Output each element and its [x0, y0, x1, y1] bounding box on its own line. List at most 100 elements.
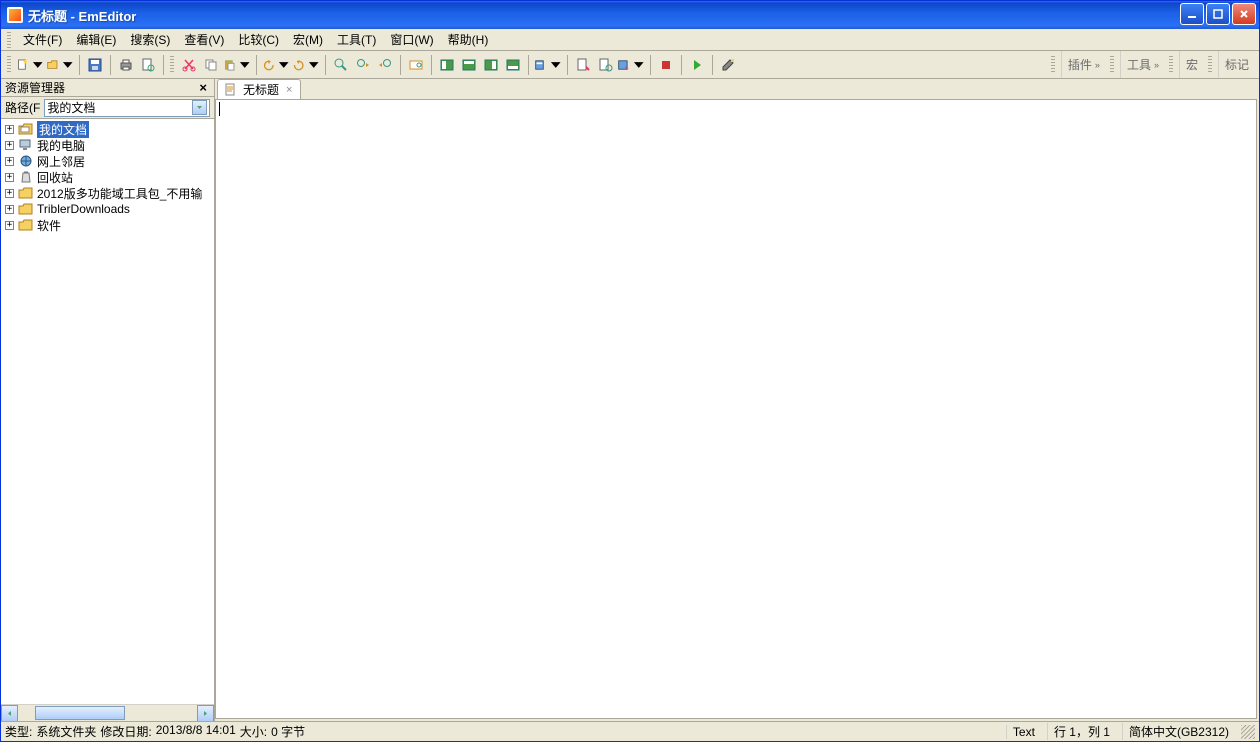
toolbar-separator [256, 55, 257, 75]
tree-expand-icon[interactable]: + [5, 173, 14, 182]
scroll-left-button[interactable] [1, 705, 18, 722]
tab-label: 无标题 [243, 81, 279, 98]
menu-compare[interactable]: 比较(C) [232, 29, 285, 50]
folder-icon [18, 218, 34, 232]
explorer-title: 资源管理器 [5, 79, 65, 96]
tree-expand-icon[interactable]: + [5, 125, 14, 134]
toolbar-separator [163, 55, 164, 75]
menu-help[interactable]: 帮助(H) [442, 29, 495, 50]
toolbar-separator [110, 55, 111, 75]
open-button[interactable] [45, 54, 75, 76]
menu-search[interactable]: 搜索(S) [124, 29, 176, 50]
play-button[interactable] [686, 54, 708, 76]
window-title: 无标题 - EmEditor [28, 6, 136, 25]
status-mode[interactable]: Text [1006, 725, 1041, 739]
find-prev-button[interactable] [374, 54, 396, 76]
panel3-button[interactable] [480, 54, 502, 76]
toolbar-grip[interactable] [170, 56, 174, 74]
tree-row[interactable]: +软件 [1, 217, 214, 233]
seg-macro[interactable]: 宏 [1179, 51, 1204, 78]
props3-button[interactable] [616, 54, 646, 76]
paste-button[interactable] [222, 54, 252, 76]
status-position[interactable]: 行 1，列 1 [1047, 723, 1116, 740]
cut-button[interactable] [178, 54, 200, 76]
tree-expand-icon[interactable]: + [5, 205, 14, 214]
tab-close-button[interactable]: × [284, 84, 294, 96]
props2-button[interactable] [594, 54, 616, 76]
seg-tools[interactable]: 工具» [1120, 51, 1165, 78]
path-label: 路径(F [5, 99, 40, 116]
menu-tools[interactable]: 工具(T) [331, 29, 382, 50]
scroll-thumb[interactable] [35, 706, 125, 720]
close-button[interactable] [1232, 3, 1256, 25]
path-combo[interactable]: 我的文档 [44, 99, 210, 117]
tree-row[interactable]: +网上邻居 [1, 153, 214, 169]
status-encoding[interactable]: 简体中文(GB2312) [1122, 723, 1235, 740]
minimize-button[interactable] [1180, 3, 1204, 25]
resize-grip[interactable] [1241, 725, 1255, 739]
undo-button[interactable] [261, 54, 291, 76]
explorer-hscrollbar[interactable] [1, 704, 214, 721]
props1-button[interactable] [572, 54, 594, 76]
explorer-tree[interactable]: +我的文档+我的电脑+网上邻居+回收站+2012版多功能域工具包_不用输+Tri… [1, 119, 214, 704]
recycle-icon [18, 170, 34, 184]
tree-row[interactable]: +我的电脑 [1, 137, 214, 153]
tree-expand-icon[interactable]: + [5, 157, 14, 166]
chevron-right-icon: » [1154, 60, 1159, 70]
tab-untitled[interactable]: 无标题 × [217, 79, 301, 99]
new-button[interactable] [15, 54, 45, 76]
maximize-button[interactable] [1206, 3, 1230, 25]
menubar-grip[interactable] [7, 32, 11, 48]
menu-macro[interactable]: 宏(M) [287, 29, 329, 50]
menu-window[interactable]: 窗口(W) [384, 29, 439, 50]
menu-view[interactable]: 查看(V) [178, 29, 230, 50]
print-preview-button[interactable] [137, 54, 159, 76]
menu-file[interactable]: 文件(F) [17, 29, 68, 50]
tree-row[interactable]: +我的文档 [1, 121, 214, 137]
tree-expand-icon[interactable]: + [5, 189, 14, 198]
statusbar: 类型: 系统文件夹 修改日期: 2013/8/8 14:01 大小: 0 字节 … [1, 721, 1259, 741]
status-type-label: 类型: [5, 723, 32, 740]
titlebar: 无标题 - EmEditor [1, 1, 1259, 29]
combo-arrow-icon[interactable] [192, 100, 207, 115]
tree-expand-icon[interactable]: + [5, 141, 14, 150]
print-button[interactable] [115, 54, 137, 76]
toolbar-grip[interactable] [1208, 56, 1212, 74]
customize-button[interactable] [717, 54, 739, 76]
toolbar-separator [79, 55, 80, 75]
toolbar-grip[interactable] [1051, 56, 1055, 74]
status-type-value: 系统文件夹 [36, 723, 96, 740]
scroll-right-button[interactable] [197, 705, 214, 722]
config-button[interactable] [533, 54, 563, 76]
find-next-button[interactable] [352, 54, 374, 76]
panel4-button[interactable] [502, 54, 524, 76]
find-button[interactable] [330, 54, 352, 76]
toolbar-grip[interactable] [1169, 56, 1173, 74]
seg-mark[interactable]: 标记 [1218, 51, 1255, 78]
toolbar-separator [650, 55, 651, 75]
panel1-button[interactable] [436, 54, 458, 76]
save-button[interactable] [84, 54, 106, 76]
editor-area: 无标题 × [215, 79, 1259, 721]
record-button[interactable] [655, 54, 677, 76]
tree-expand-icon[interactable]: + [5, 221, 14, 230]
search-box-button[interactable] [405, 54, 427, 76]
text-cursor [219, 102, 220, 116]
editor[interactable] [215, 99, 1257, 719]
explorer-close-button[interactable]: × [196, 80, 210, 95]
toolbar-grip[interactable] [1110, 56, 1114, 74]
tree-row[interactable]: +TriblerDownloads [1, 201, 214, 217]
seg-tools-label: 工具 [1127, 56, 1151, 73]
toolbar-separator [325, 55, 326, 75]
tree-row[interactable]: +回收站 [1, 169, 214, 185]
panel2-button[interactable] [458, 54, 480, 76]
status-size-value: 0 字节 [271, 723, 305, 740]
redo-button[interactable] [291, 54, 321, 76]
tree-row[interactable]: +2012版多功能域工具包_不用输 [1, 185, 214, 201]
copy-button[interactable] [200, 54, 222, 76]
toolbar-separator [681, 55, 682, 75]
app-icon [7, 7, 23, 23]
seg-plugins[interactable]: 插件» [1061, 51, 1106, 78]
toolbar-grip[interactable] [7, 56, 11, 74]
menu-edit[interactable]: 编辑(E) [70, 29, 122, 50]
